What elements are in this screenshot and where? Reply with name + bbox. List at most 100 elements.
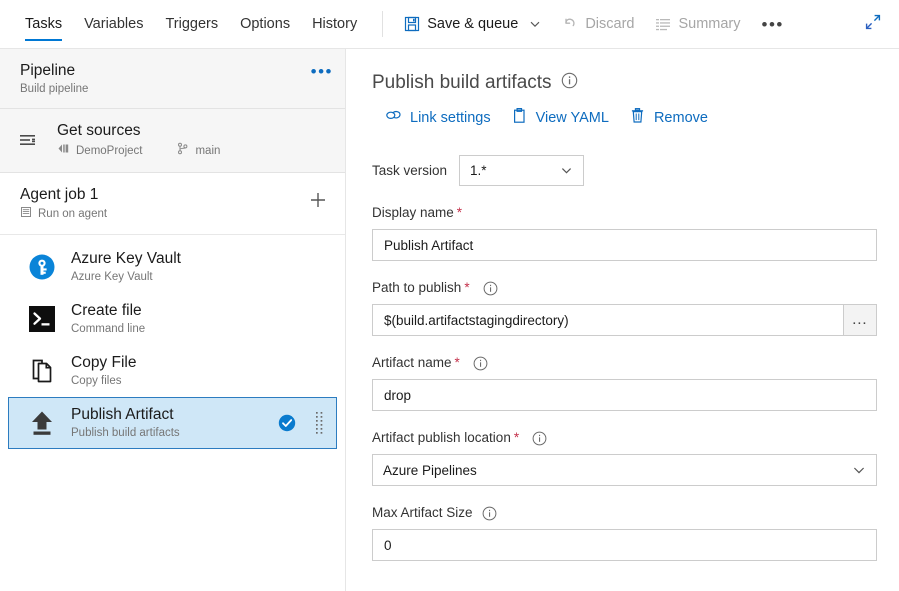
artifact-name-input-wrap: drop [372,379,877,411]
discard-button[interactable]: Discard [551,9,644,39]
task-enabled-check-icon [278,414,296,432]
tab-strip: Tasks Variables Triggers Options History [0,0,368,48]
get-sources-text: Get sources DemoProje [57,121,332,160]
agent-job-header[interactable]: Agent job 1 Run on agent [0,173,345,235]
summary-label: Summary [678,16,740,32]
path-to-publish-label: Path to publish [372,279,461,297]
details-title: Publish build artifacts [372,71,552,95]
path-to-publish-input-wrap: $(build.artifactstagingdirectory) … [372,304,877,336]
display-name-input[interactable]: Publish Artifact [372,229,877,261]
tab-options[interactable]: Options [229,0,301,48]
required-indicator: * [455,354,460,372]
details-info-icon[interactable] [561,72,578,94]
task-subtitle: Azure Key Vault [71,270,326,285]
more-commands-button[interactable]: ••• [751,9,795,39]
save-icon [403,16,420,33]
repo-chip: DemoProject [57,142,142,160]
pipeline-subtitle: Build pipeline [20,82,331,97]
task-details-pane: Publish build artifacts [346,49,899,591]
task-drag-handle[interactable] [314,411,326,435]
tab-tasks-label: Tasks [25,16,62,32]
toolbar: Save & queue Discard [393,0,795,48]
pipeline-more-button[interactable]: ••• [311,63,333,80]
field-path-to-publish: Path to publish * $(build.artifactstagin… [372,279,877,336]
key-vault-icon [25,250,59,284]
editor-body: Pipeline Build pipeline ••• [0,49,899,591]
pipeline-tree-sidebar: Pipeline Build pipeline ••• [0,49,346,591]
artifact-publish-location-select[interactable]: Azure Pipelines [372,454,877,486]
link-icon [385,107,402,128]
get-sources-title: Get sources [57,121,332,140]
get-sources-icon [11,124,45,158]
task-row-copy-file[interactable]: Copy File Copy files [8,345,337,397]
artifact-publish-location-label: Artifact publish location [372,429,511,447]
add-task-button[interactable] [307,189,329,211]
tab-tasks[interactable]: Tasks [14,0,73,48]
task-version-select[interactable]: 1.* [459,155,584,186]
task-title: Copy File [71,353,326,372]
artifact-publish-location-label-row: Artifact publish location * [372,429,877,447]
required-indicator: * [514,429,519,447]
task-subtitle: Command line [71,322,326,337]
artifact-publish-location-info-icon[interactable] [532,431,547,446]
task-subtitle: Publish build artifacts [71,426,266,441]
copy-files-icon [25,354,59,388]
max-artifact-size-input-wrap: 0 [372,529,877,561]
task-text: Copy File Copy files [71,353,326,389]
details-action-links: Link settings View YAML [385,107,877,128]
path-to-publish-info-icon[interactable] [483,281,498,296]
max-artifact-size-label: Max Artifact Size [372,504,473,522]
required-indicator: * [457,204,462,222]
chevron-down-icon[interactable] [529,18,541,30]
pipeline-editor: Tasks Variables Triggers Options History [0,0,899,591]
task-row-publish-artifact[interactable]: Publish Artifact Publish build artifacts [8,397,337,449]
artifact-name-label-row: Artifact name * [372,354,877,372]
task-version-row: Task version 1.* [372,155,877,186]
tab-variables[interactable]: Variables [73,0,154,48]
tab-options-label: Options [240,16,290,32]
summary-list-icon [654,16,671,33]
artifact-name-info-icon[interactable] [473,356,488,371]
trash-icon [629,107,646,128]
get-sources-section: Get sources DemoProje [0,109,345,173]
tab-history-label: History [312,16,357,32]
expand-icon [864,13,882,36]
details-header: Publish build artifacts [372,71,877,95]
artifact-name-label: Artifact name [372,354,452,372]
tab-history[interactable]: History [301,0,368,48]
remove-task-label: Remove [654,110,708,126]
task-title: Azure Key Vault [71,249,326,268]
link-settings-label: Link settings [410,110,491,126]
task-text: Publish Artifact Publish build artifacts [71,405,266,441]
max-artifact-size-info-icon[interactable] [482,506,497,521]
summary-button[interactable]: Summary [644,9,750,39]
task-version-label: Task version [372,163,447,178]
view-yaml-button[interactable]: View YAML [511,107,609,128]
max-artifact-size-input[interactable]: 0 [372,529,877,561]
field-display-name: Display name * Publish Artifact [372,204,877,261]
tab-triggers[interactable]: Triggers [154,0,229,48]
expand-view-button[interactable] [859,10,887,38]
publish-artifact-icon [25,406,59,440]
artifact-publish-location-value: Azure Pipelines [383,463,842,478]
undo-icon [561,16,578,33]
agent-job-subtitle-row: Run on agent [20,206,331,223]
path-to-publish-label-row: Path to publish * [372,279,877,297]
command-line-icon [25,302,59,336]
link-settings-button[interactable]: Link settings [385,107,491,128]
agent-job-subtitle: Run on agent [38,207,107,222]
path-to-publish-input[interactable]: $(build.artifactstagingdirectory) [372,304,844,336]
save-and-queue-button[interactable]: Save & queue [393,9,551,39]
sidebar-item-get-sources[interactable]: Get sources DemoProje [0,109,345,172]
display-name-label-row: Display name * [372,204,877,222]
path-browse-button[interactable]: … [844,304,877,336]
display-name-label: Display name [372,204,454,222]
task-row-azure-key-vault[interactable]: Azure Key Vault Azure Key Vault [8,241,337,293]
toolbar-divider [382,11,383,37]
view-yaml-label: View YAML [536,110,609,126]
remove-task-button[interactable]: Remove [629,107,708,128]
task-row-create-file[interactable]: Create file Command line [8,293,337,345]
pipeline-header[interactable]: Pipeline Build pipeline ••• [0,49,345,109]
branch-chip: main [176,142,220,160]
artifact-name-input[interactable]: drop [372,379,877,411]
